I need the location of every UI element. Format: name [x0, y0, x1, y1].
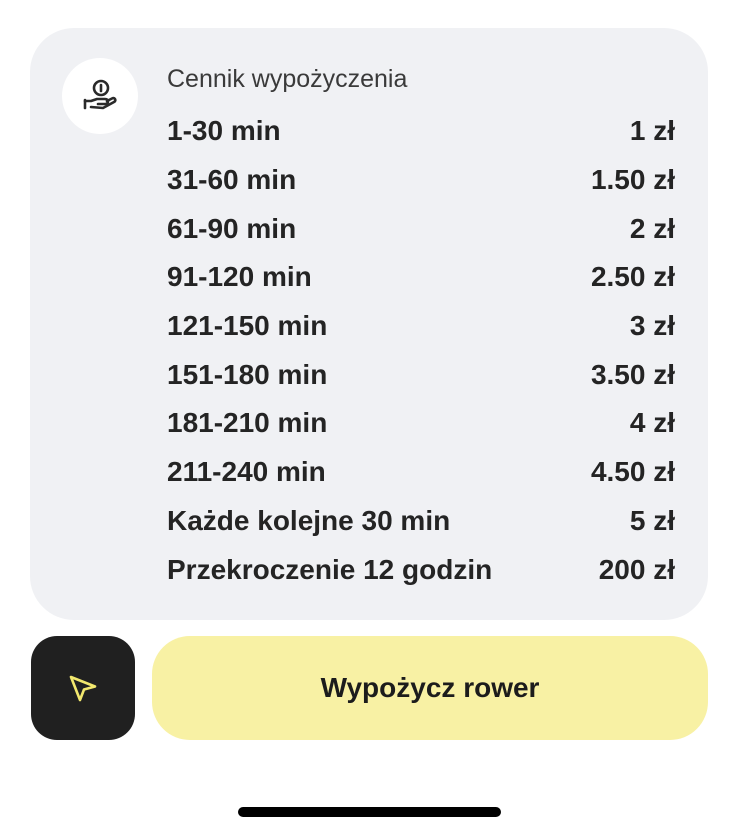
price-amount: 5 zł [629, 504, 675, 536]
price-amount: 200 zł [598, 553, 675, 585]
price-list: 1-30 min 1 zł 31-60 min 1.50 zł 61-90 mi… [167, 107, 675, 594]
price-amount: 4.50 zł [590, 456, 675, 488]
price-duration: Każde kolejne 30 min [167, 504, 451, 536]
price-duration: 181-210 min [167, 407, 328, 439]
navigate-button[interactable] [31, 636, 135, 740]
home-indicator[interactable] [238, 807, 501, 817]
price-amount: 4 zł [629, 407, 675, 439]
hand-coin-icon [83, 79, 117, 110]
price-duration: 1-30 min [167, 115, 281, 147]
rent-bike-button[interactable]: Wypożycz rower [152, 636, 708, 740]
price-row: 211-240 min 4.50 zł [167, 448, 675, 497]
price-list-card: Cennik wypożyczenia 1-30 min 1 zł 31-60 … [30, 28, 708, 620]
price-amount: 2.50 zł [590, 261, 675, 293]
price-duration: 31-60 min [167, 164, 297, 196]
price-duration: 61-90 min [167, 212, 297, 244]
price-duration: 121-150 min [167, 310, 328, 342]
price-list-title: Cennik wypożyczenia [167, 65, 408, 93]
price-row: Każde kolejne 30 min 5 zł [167, 497, 675, 546]
price-row: 181-210 min 4 zł [167, 399, 675, 448]
price-amount: 3.50 zł [590, 358, 675, 390]
price-row: 151-180 min 3.50 zł [167, 350, 675, 399]
price-row: 1-30 min 1 zł [167, 107, 675, 156]
price-row: Przekroczenie 12 godzin 200 zł [167, 545, 675, 594]
price-row: 31-60 min 1.50 zł [167, 156, 675, 205]
price-row: 91-120 min 2.50 zł [167, 253, 675, 302]
price-row: 121-150 min 3 zł [167, 302, 675, 351]
price-amount: 2 zł [629, 212, 675, 244]
navigation-arrow-icon [69, 675, 97, 702]
price-amount: 1.50 zł [590, 164, 675, 196]
price-icon-badge [62, 58, 138, 134]
price-row: 61-90 min 2 zł [167, 204, 675, 253]
price-duration: Przekroczenie 12 godzin [167, 553, 493, 585]
price-amount: 3 zł [629, 310, 675, 342]
price-duration: 211-240 min [167, 456, 326, 488]
price-duration: 91-120 min [167, 261, 312, 293]
price-amount: 1 zł [629, 115, 675, 147]
price-duration: 151-180 min [167, 358, 328, 390]
